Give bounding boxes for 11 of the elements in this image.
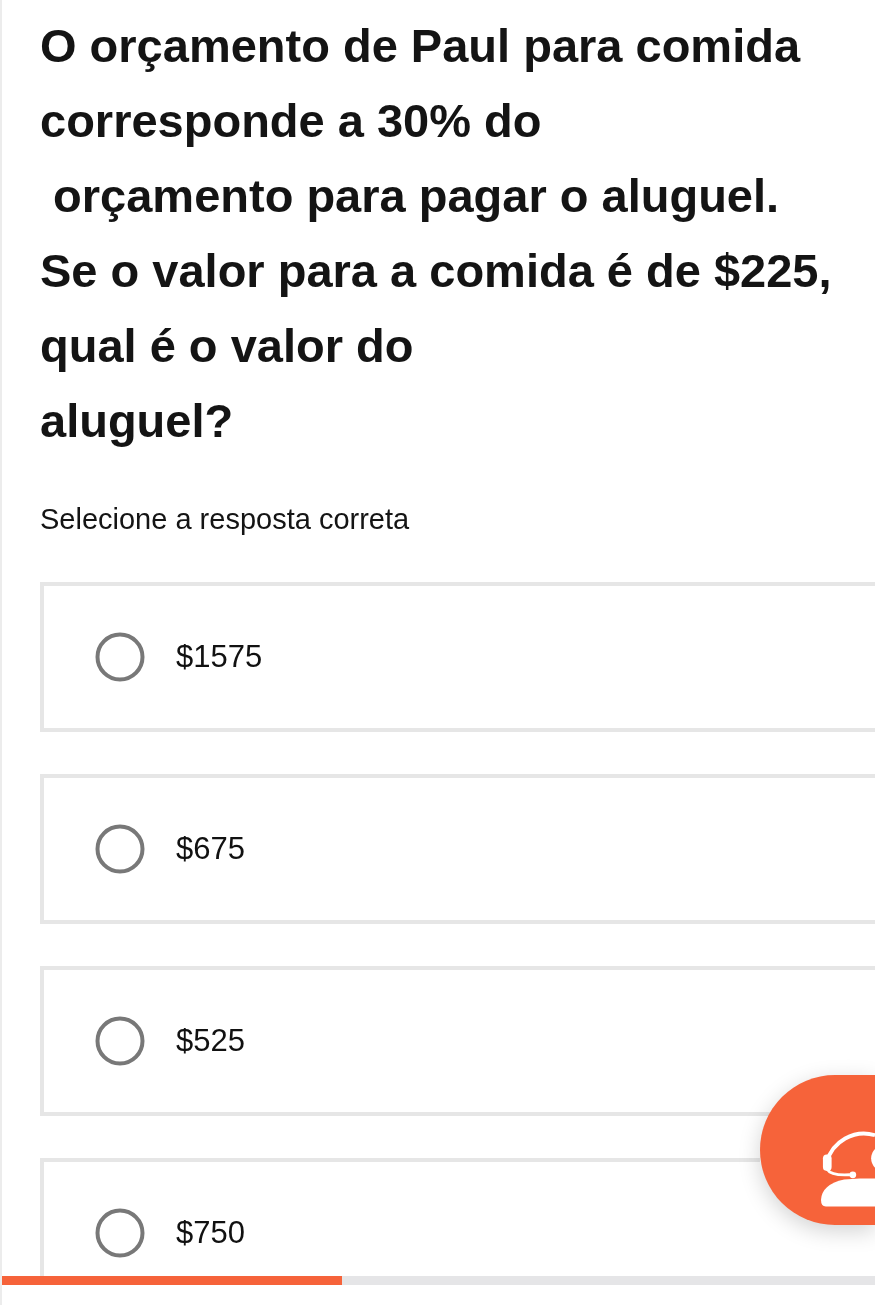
radio-circle-icon[interactable] <box>95 1016 145 1066</box>
question-text: O orçamento de Paul para comida corresponde a 30% do orçamento para pagar o aluguel. Se o valor para a comida é de $225, qual é o valor do aluguel? <box>40 18 832 449</box>
radio-circle-icon[interactable] <box>95 632 145 682</box>
instruction-text: Selecione a resposta correta <box>40 502 410 536</box>
answer-option[interactable]: $525 <box>40 966 875 1116</box>
answer-option[interactable]: $675 <box>40 774 875 924</box>
support-button[interactable] <box>760 1075 875 1225</box>
answer-option[interactable]: $750 <box>40 1158 760 1276</box>
radio-circle-icon[interactable] <box>95 1208 145 1258</box>
answer-option[interactable]: $1575 <box>40 582 875 732</box>
radio-circle-icon[interactable] <box>95 824 145 874</box>
